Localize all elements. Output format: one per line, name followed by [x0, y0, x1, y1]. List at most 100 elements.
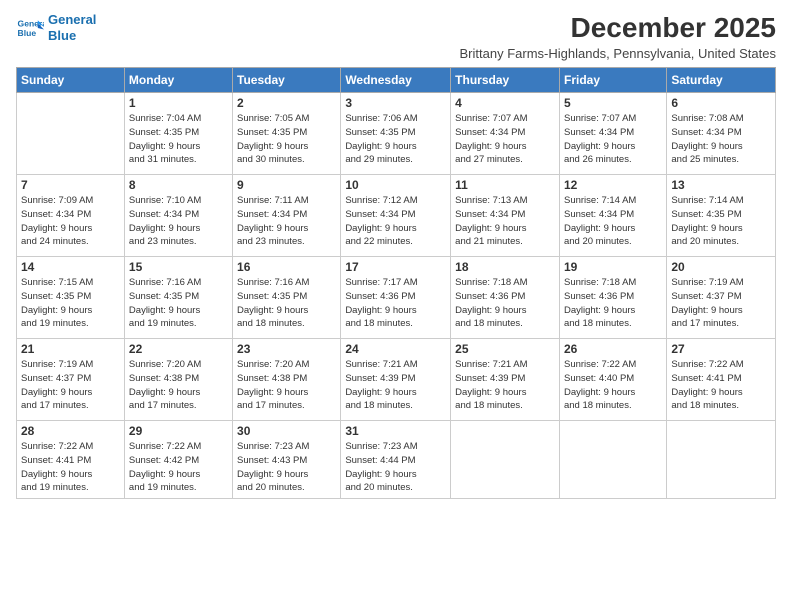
day-info: Sunrise: 7:04 AM Sunset: 4:35 PM Dayligh…	[129, 112, 228, 167]
day-info: Sunrise: 7:22 AM Sunset: 4:42 PM Dayligh…	[129, 440, 228, 495]
day-number: 1	[129, 96, 228, 110]
calendar-cell	[451, 421, 560, 499]
day-number: 21	[21, 342, 120, 356]
day-number: 9	[237, 178, 336, 192]
day-info: Sunrise: 7:23 AM Sunset: 4:43 PM Dayligh…	[237, 440, 336, 495]
day-info: Sunrise: 7:18 AM Sunset: 4:36 PM Dayligh…	[455, 276, 555, 331]
day-number: 29	[129, 424, 228, 438]
calendar-cell	[559, 421, 666, 499]
day-number: 11	[455, 178, 555, 192]
week-row-2: 7 Sunrise: 7:09 AM Sunset: 4:34 PM Daylig…	[17, 175, 776, 257]
day-info: Sunrise: 7:07 AM Sunset: 4:34 PM Dayligh…	[455, 112, 555, 167]
day-number: 8	[129, 178, 228, 192]
calendar-cell: 19Sunrise: 7:18 AM Sunset: 4:36 PM Dayli…	[559, 257, 666, 339]
col-wednesday: Wednesday	[341, 68, 451, 93]
week-row-1: 1 Sunrise: 7:04 AM Sunset: 4:35 PM Daylig…	[17, 93, 776, 175]
calendar-cell: 17Sunrise: 7:17 AM Sunset: 4:36 PM Dayli…	[341, 257, 451, 339]
calendar-cell: 9 Sunrise: 7:11 AM Sunset: 4:34 PM Daylig…	[233, 175, 341, 257]
calendar-cell: 10 Sunrise: 7:12 AM Sunset: 4:34 PM Dayli…	[341, 175, 451, 257]
col-sunday: Sunday	[17, 68, 125, 93]
col-tuesday: Tuesday	[233, 68, 341, 93]
calendar-cell: 2 Sunrise: 7:05 AM Sunset: 4:35 PM Daylig…	[233, 93, 341, 175]
calendar-cell: 24Sunrise: 7:21 AM Sunset: 4:39 PM Dayli…	[341, 339, 451, 421]
calendar-cell: 18 Sunrise: 7:18 AM Sunset: 4:36 PM Dayli…	[451, 257, 560, 339]
calendar-cell: 26 Sunrise: 7:22 AM Sunset: 4:40 PM Dayli…	[559, 339, 666, 421]
header-row: Sunday Monday Tuesday Wednesday Thursday…	[17, 68, 776, 93]
calendar-cell: 6 Sunrise: 7:08 AM Sunset: 4:34 PM Daylig…	[667, 93, 776, 175]
calendar-cell: 25 Sunrise: 7:21 AM Sunset: 4:39 PM Dayli…	[451, 339, 560, 421]
day-number: 27	[671, 342, 771, 356]
day-info: Sunrise: 7:22 AM Sunset: 4:41 PM Dayligh…	[21, 440, 120, 495]
calendar-cell: 13 Sunrise: 7:14 AM Sunset: 4:35 PM Dayli…	[667, 175, 776, 257]
day-info: Sunrise: 7:19 AM Sunset: 4:37 PM Dayligh…	[21, 358, 120, 413]
day-info: Sunrise: 7:16 AM Sunset: 4:35 PM Dayligh…	[129, 276, 228, 331]
logo-icon: General Blue	[16, 14, 44, 42]
day-info: Sunrise: 7:17 AM Sunset: 4:36 PM Dayligh…	[345, 276, 446, 331]
day-number: 10	[345, 178, 446, 192]
day-number: 30	[237, 424, 336, 438]
day-info: Sunrise: 7:07 AM Sunset: 4:34 PM Dayligh…	[564, 112, 662, 167]
day-info: Sunrise: 7:21 AM Sunset: 4:39 PM Dayligh…	[345, 358, 446, 413]
header: General Blue General Blue December 2025 …	[16, 12, 776, 61]
day-number: 5	[564, 96, 662, 110]
day-info: Sunrise: 7:14 AM Sunset: 4:34 PM Dayligh…	[564, 194, 662, 249]
day-number: 25	[455, 342, 555, 356]
week-row-3: 14Sunrise: 7:15 AM Sunset: 4:35 PM Dayli…	[17, 257, 776, 339]
day-number: 14	[21, 260, 120, 274]
calendar-cell	[17, 93, 125, 175]
calendar-cell: 11Sunrise: 7:13 AM Sunset: 4:34 PM Dayli…	[451, 175, 560, 257]
page: General Blue General Blue December 2025 …	[0, 0, 792, 612]
day-info: Sunrise: 7:12 AM Sunset: 4:34 PM Dayligh…	[345, 194, 446, 249]
calendar-cell: 29 Sunrise: 7:22 AM Sunset: 4:42 PM Dayli…	[124, 421, 232, 499]
subtitle: Brittany Farms-Highlands, Pennsylvania, …	[460, 46, 776, 61]
title-block: December 2025 Brittany Farms-Highlands, …	[460, 12, 776, 61]
col-monday: Monday	[124, 68, 232, 93]
day-number: 18	[455, 260, 555, 274]
day-number: 15	[129, 260, 228, 274]
day-info: Sunrise: 7:08 AM Sunset: 4:34 PM Dayligh…	[671, 112, 771, 167]
day-info: Sunrise: 7:22 AM Sunset: 4:41 PM Dayligh…	[671, 358, 771, 413]
day-number: 2	[237, 96, 336, 110]
day-number: 31	[345, 424, 446, 438]
calendar-cell: 27 Sunrise: 7:22 AM Sunset: 4:41 PM Dayli…	[667, 339, 776, 421]
calendar-cell: 4 Sunrise: 7:07 AM Sunset: 4:34 PM Daylig…	[451, 93, 560, 175]
day-info: Sunrise: 7:05 AM Sunset: 4:35 PM Dayligh…	[237, 112, 336, 167]
day-number: 16	[237, 260, 336, 274]
day-number: 26	[564, 342, 662, 356]
main-title: December 2025	[460, 12, 776, 44]
day-info: Sunrise: 7:23 AM Sunset: 4:44 PM Dayligh…	[345, 440, 446, 495]
day-number: 28	[21, 424, 120, 438]
calendar-cell: 28 Sunrise: 7:22 AM Sunset: 4:41 PM Dayli…	[17, 421, 125, 499]
calendar-cell: 21 Sunrise: 7:19 AM Sunset: 4:37 PM Dayli…	[17, 339, 125, 421]
calendar-cell: 31 Sunrise: 7:23 AM Sunset: 4:44 PM Dayli…	[341, 421, 451, 499]
calendar-cell: 14Sunrise: 7:15 AM Sunset: 4:35 PM Dayli…	[17, 257, 125, 339]
day-info: Sunrise: 7:16 AM Sunset: 4:35 PM Dayligh…	[237, 276, 336, 331]
day-number: 4	[455, 96, 555, 110]
day-info: Sunrise: 7:14 AM Sunset: 4:35 PM Dayligh…	[671, 194, 771, 249]
calendar-cell: 22Sunrise: 7:20 AM Sunset: 4:38 PM Dayli…	[124, 339, 232, 421]
day-info: Sunrise: 7:11 AM Sunset: 4:34 PM Dayligh…	[237, 194, 336, 249]
calendar-cell: 7 Sunrise: 7:09 AM Sunset: 4:34 PM Daylig…	[17, 175, 125, 257]
day-number: 19	[564, 260, 662, 274]
calendar-cell: 20 Sunrise: 7:19 AM Sunset: 4:37 PM Dayli…	[667, 257, 776, 339]
week-row-4: 21 Sunrise: 7:19 AM Sunset: 4:37 PM Dayli…	[17, 339, 776, 421]
day-info: Sunrise: 7:09 AM Sunset: 4:34 PM Dayligh…	[21, 194, 120, 249]
svg-text:Blue: Blue	[18, 27, 37, 37]
day-number: 13	[671, 178, 771, 192]
calendar-cell: 8 Sunrise: 7:10 AM Sunset: 4:34 PM Daylig…	[124, 175, 232, 257]
day-info: Sunrise: 7:21 AM Sunset: 4:39 PM Dayligh…	[455, 358, 555, 413]
calendar-cell	[667, 421, 776, 499]
day-info: Sunrise: 7:19 AM Sunset: 4:37 PM Dayligh…	[671, 276, 771, 331]
calendar-cell: 1 Sunrise: 7:04 AM Sunset: 4:35 PM Daylig…	[124, 93, 232, 175]
day-number: 20	[671, 260, 771, 274]
day-number: 7	[21, 178, 120, 192]
day-number: 23	[237, 342, 336, 356]
calendar-cell: 16 Sunrise: 7:16 AM Sunset: 4:35 PM Dayli…	[233, 257, 341, 339]
day-info: Sunrise: 7:10 AM Sunset: 4:34 PM Dayligh…	[129, 194, 228, 249]
calendar-cell: 30 Sunrise: 7:23 AM Sunset: 4:43 PM Dayli…	[233, 421, 341, 499]
week-row-5: 28 Sunrise: 7:22 AM Sunset: 4:41 PM Dayli…	[17, 421, 776, 499]
day-number: 12	[564, 178, 662, 192]
day-info: Sunrise: 7:22 AM Sunset: 4:40 PM Dayligh…	[564, 358, 662, 413]
day-number: 6	[671, 96, 771, 110]
calendar-cell: 5 Sunrise: 7:07 AM Sunset: 4:34 PM Daylig…	[559, 93, 666, 175]
